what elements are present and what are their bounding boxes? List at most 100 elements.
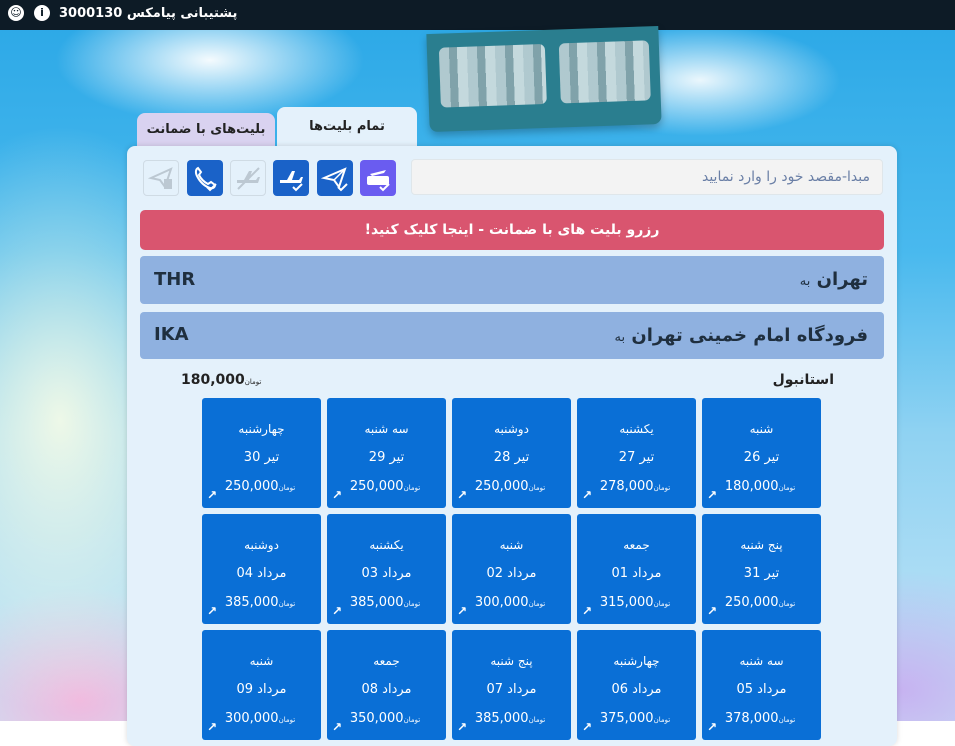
day-price-card[interactable]: شنبه 26 تیر تومان180,000 ↗: [702, 398, 821, 508]
arrow-up-right-icon: ↗: [707, 488, 718, 502]
route-origin-thr[interactable]: تهران به THR: [140, 256, 884, 304]
ticket-plane-icon[interactable]: [360, 160, 396, 196]
arrow-up-right-icon: ↗: [457, 720, 468, 734]
route-code: THR: [154, 269, 196, 290]
day-price-card[interactable]: چهارشنبه 30 تیر تومان250,000 ↗: [202, 398, 321, 508]
card-currency: تومان: [403, 716, 421, 724]
card-price: تومان250,000: [452, 479, 571, 494]
card-price-value: 378,000: [724, 711, 779, 726]
info-icon[interactable]: i: [34, 5, 50, 21]
card-price-value: 180,000: [724, 479, 779, 494]
tab-guaranteed-tickets[interactable]: بلیت‌های با ضمانت: [137, 113, 275, 149]
destination-name: استانبول: [772, 372, 834, 388]
card-currency: تومان: [653, 716, 671, 724]
card-price-value: 250,000: [224, 479, 279, 494]
arrow-up-right-icon: ↗: [457, 488, 468, 502]
logo-blur-right: [558, 40, 651, 104]
search-box[interactable]: [411, 159, 883, 195]
card-currency: تومان: [403, 484, 421, 492]
card-price: تومان250,000: [327, 479, 446, 494]
card-date: 06 مرداد: [611, 682, 662, 697]
arrow-up-right-icon: ↗: [207, 488, 218, 502]
card-date: 07 مرداد: [486, 682, 537, 697]
card-day: سه شنبه: [739, 654, 784, 668]
card-date: 28 تیر: [493, 450, 530, 465]
card-price-value: 300,000: [474, 595, 529, 610]
arrow-up-right-icon: ↗: [582, 720, 593, 734]
day-price-card[interactable]: دوشنبه 28 تیر تومان250,000 ↗: [452, 398, 571, 508]
day-price-card[interactable]: پنج شنبه 07 مرداد تومان385,000 ↗: [452, 630, 571, 740]
card-date: 09 مرداد: [236, 682, 287, 697]
card-currency: تومان: [528, 600, 546, 608]
card-date: 26 تیر: [743, 450, 780, 465]
card-day: سه شنبه: [364, 422, 409, 436]
card-price-value: 385,000: [474, 711, 529, 726]
site-logo: [426, 25, 662, 133]
card-date: 01 مرداد: [611, 566, 662, 581]
card-date: 04 مرداد: [236, 566, 287, 581]
card-day: جمعه: [373, 654, 400, 668]
card-day: پنج شنبه: [490, 654, 533, 668]
card-price-value: 278,000: [599, 479, 654, 494]
card-day: یکشنبه: [369, 538, 404, 552]
day-price-card[interactable]: شنبه 02 مرداد تومان300,000 ↗: [452, 514, 571, 624]
card-date: 05 مرداد: [736, 682, 787, 697]
arrow-up-right-icon: ↗: [582, 604, 593, 618]
arrow-up-right-icon: ↗: [207, 604, 218, 618]
arrow-up-right-icon: ↗: [457, 604, 468, 618]
card-day: چهارشنبه: [613, 654, 660, 668]
day-price-card[interactable]: یکشنبه 27 تیر تومان278,000 ↗: [577, 398, 696, 508]
plane-disabled-icon-2[interactable]: [143, 160, 179, 196]
card-price-value: 350,000: [349, 711, 404, 726]
paper-plane-icon[interactable]: [317, 160, 353, 196]
phone-check-icon[interactable]: [187, 160, 223, 196]
card-price: تومان385,000: [202, 595, 321, 610]
card-price: تومان385,000: [452, 711, 571, 726]
card-day: دوشنبه: [244, 538, 279, 552]
card-currency: تومان: [278, 484, 296, 492]
support-agent-icon[interactable]: ☺: [8, 5, 24, 21]
card-price-value: 375,000: [599, 711, 654, 726]
card-date: 31 تیر: [743, 566, 780, 581]
search-input[interactable]: [412, 160, 882, 194]
tab-all-tickets[interactable]: تمام بلیت‌ها: [277, 107, 417, 149]
arrow-up-right-icon: ↗: [582, 488, 593, 502]
day-price-card[interactable]: یکشنبه 03 مرداد تومان385,000 ↗: [327, 514, 446, 624]
card-price: تومان375,000: [577, 711, 696, 726]
day-price-card[interactable]: دوشنبه 04 مرداد تومان385,000 ↗: [202, 514, 321, 624]
card-date: 29 تیر: [368, 450, 405, 465]
card-price: تومان180,000: [702, 479, 821, 494]
card-currency: تومان: [778, 484, 796, 492]
day-price-card[interactable]: سه شنبه 29 تیر تومان250,000 ↗: [327, 398, 446, 508]
card-price-value: 250,000: [724, 595, 779, 610]
card-currency: تومان: [278, 600, 296, 608]
day-price-card[interactable]: چهارشنبه 06 مرداد تومان375,000 ↗: [577, 630, 696, 740]
card-date: 03 مرداد: [361, 566, 412, 581]
route-origin-ika[interactable]: فرودگاه امام خمینی تهران به IKA: [140, 312, 884, 359]
card-price: تومان378,000: [702, 711, 821, 726]
card-date: 27 تیر: [618, 450, 655, 465]
card-currency: تومان: [403, 600, 421, 608]
arrow-up-right-icon: ↗: [207, 720, 218, 734]
arrow-up-right-icon: ↗: [332, 720, 343, 734]
card-day: چهارشنبه: [238, 422, 285, 436]
card-day: یکشنبه: [619, 422, 654, 436]
plane-check-icon[interactable]: [273, 160, 309, 196]
day-price-card[interactable]: شنبه 09 مرداد تومان300,000 ↗: [202, 630, 321, 740]
card-price: تومان385,000: [327, 595, 446, 610]
card-price-value: 250,000: [349, 479, 404, 494]
plane-disabled-icon[interactable]: [230, 160, 266, 196]
card-day: شنبه: [749, 422, 774, 436]
card-price: تومان278,000: [577, 479, 696, 494]
card-price-value: 385,000: [349, 595, 404, 610]
card-price-value: 250,000: [474, 479, 529, 494]
day-price-card[interactable]: پنج شنبه 31 تیر تومان250,000 ↗: [702, 514, 821, 624]
route-name: تهران به: [799, 269, 868, 290]
day-price-card[interactable]: جمعه 01 مرداد تومان315,000 ↗: [577, 514, 696, 624]
logo-blur-left: [438, 43, 547, 108]
card-price-value: 300,000: [224, 711, 279, 726]
day-price-card[interactable]: سه شنبه 05 مرداد تومان378,000 ↗: [702, 630, 821, 740]
card-currency: تومان: [778, 716, 796, 724]
guaranteed-tickets-banner[interactable]: رزرو بلیت های با ضمانت - اینجا کلیک کنید…: [140, 210, 884, 250]
day-price-card[interactable]: جمعه 08 مرداد تومان350,000 ↗: [327, 630, 446, 740]
